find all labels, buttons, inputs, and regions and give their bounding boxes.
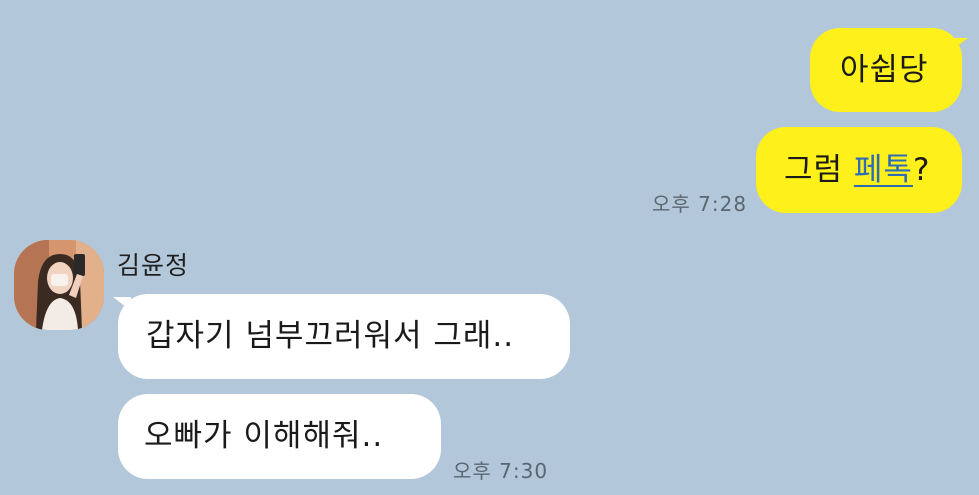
bubble-tail [952, 38, 968, 50]
received-timestamp: 오후 7:30 [453, 459, 549, 483]
chat-area: 아쉽당 그럼 페톡 ? 오후 7:28 김윤정 갑자기 넘부끄러워서 그래.. … [0, 0, 979, 495]
message-text: 갑자기 넘부끄러워서 그래.. [146, 318, 515, 354]
message-text: 오빠가 이해해줘.. [144, 418, 384, 454]
message-text-prefix: 그럼 [784, 151, 854, 188]
message-text: 아쉽당 [840, 51, 929, 88]
sent-message-bubble[interactable]: 그럼 페톡 ? [756, 127, 962, 213]
sender-name: 김윤정 [117, 251, 190, 280]
avatar[interactable] [14, 240, 104, 330]
profile-photo-icon [14, 240, 104, 330]
message-text-suffix: ? [912, 151, 931, 188]
received-message-bubble[interactable]: 오빠가 이해해줘.. [118, 394, 441, 479]
received-message-bubble[interactable]: 갑자기 넘부끄러워서 그래.. [118, 294, 570, 379]
sent-message-bubble[interactable]: 아쉽당 [810, 28, 962, 112]
sent-timestamp: 오후 7:28 [652, 192, 748, 216]
message-link[interactable]: 페톡 [854, 154, 913, 186]
